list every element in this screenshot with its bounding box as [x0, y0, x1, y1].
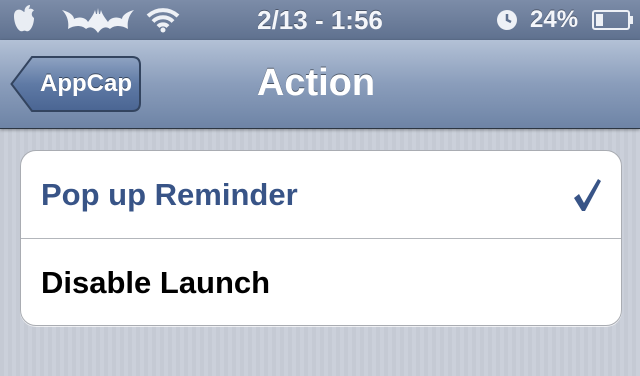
status-bar: 2/13 - 1:56 24%	[0, 0, 640, 40]
navigation-bar: AppCap Action	[0, 40, 640, 129]
options-table: Pop up Reminder Disable Launch	[20, 150, 622, 326]
page-title: Action	[256, 62, 376, 104]
battery-icon	[592, 10, 633, 30]
option-label: Disable Launch	[41, 265, 271, 300]
clock-icon	[497, 10, 517, 30]
option-disable-launch[interactable]: Disable Launch	[21, 239, 621, 325]
back-button-label: AppCap	[40, 70, 132, 97]
battery-percentage: 24%	[530, 6, 579, 33]
back-button[interactable]: AppCap	[10, 55, 142, 113]
checkmark-icon	[574, 179, 601, 211]
battery-level-fill	[596, 14, 603, 26]
option-label: Pop up Reminder	[41, 177, 298, 212]
option-pop-up-reminder[interactable]: Pop up Reminder	[21, 151, 621, 239]
